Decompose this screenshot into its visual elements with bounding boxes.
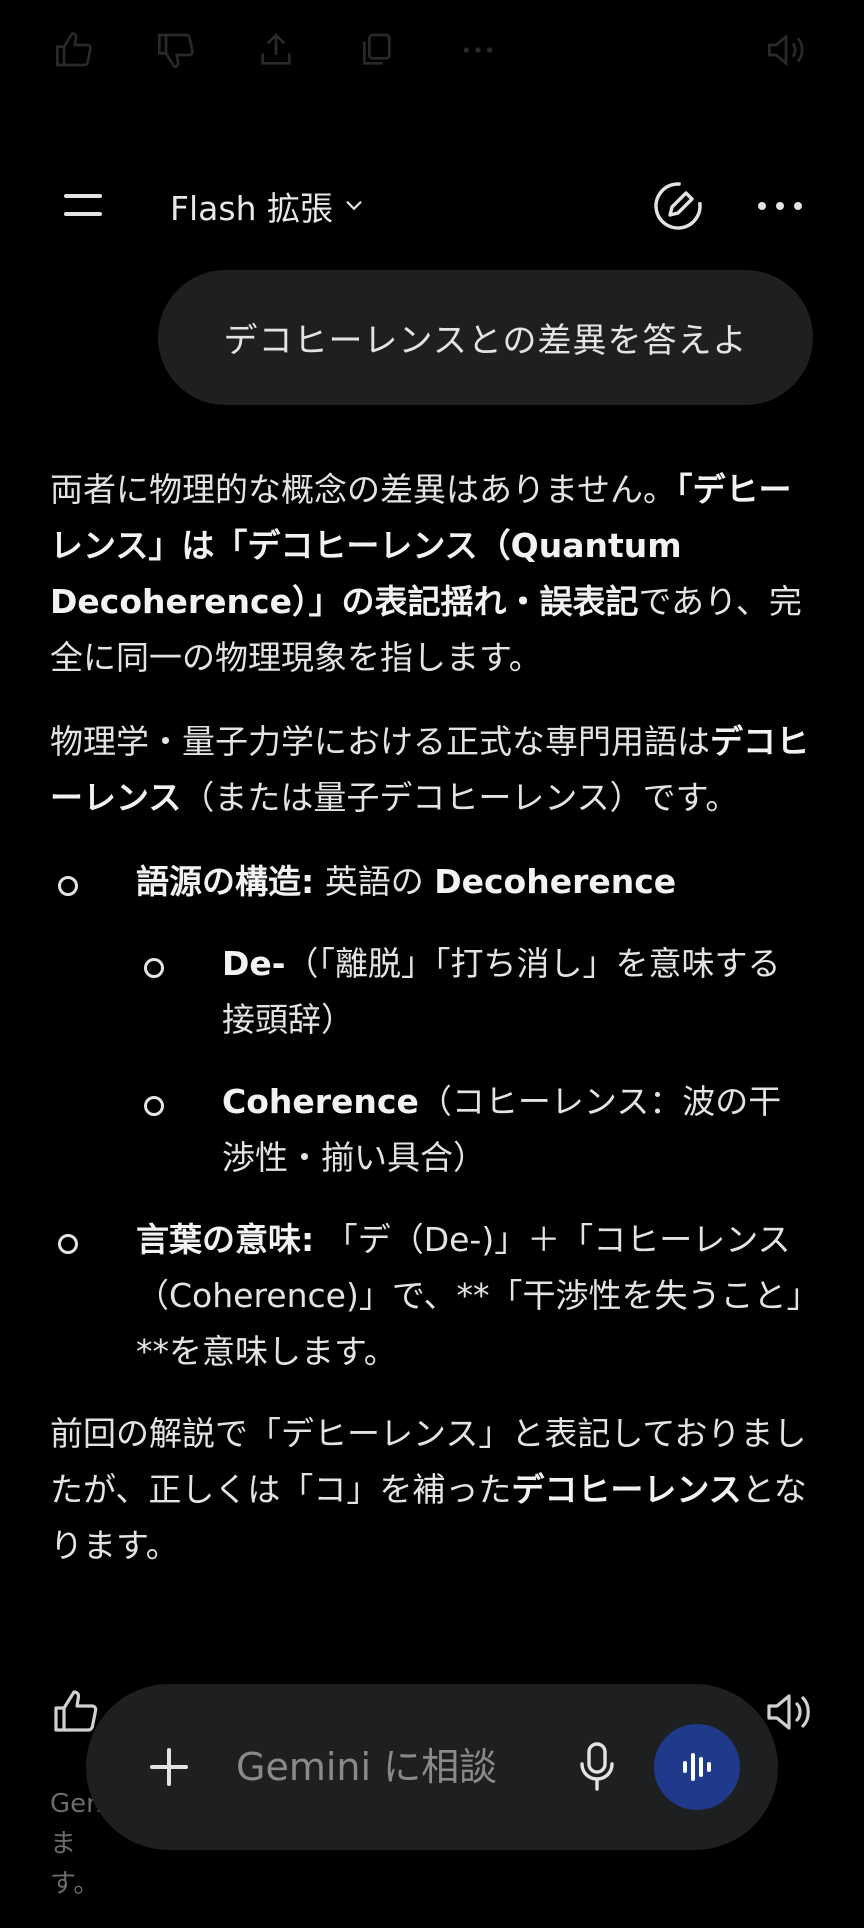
- disclaimer-end: す。: [50, 1869, 100, 1899]
- list-item: De-（「離脱」「打ち消し」を意味する接頭辞）: [136, 936, 810, 1048]
- nested-bullet-list: De-（「離脱」「打ち消し」を意味する接頭辞） Coherence（コヒーレンス…: [136, 936, 810, 1186]
- live-mode-button[interactable]: [654, 1724, 740, 1810]
- user-message-text: デコヒーレンスとの差異を答えよ: [223, 321, 748, 361]
- read-aloud-button[interactable]: [762, 1688, 816, 1736]
- speaker-icon: [767, 1694, 810, 1730]
- model-selector[interactable]: Flash 拡張: [170, 184, 365, 228]
- more-options-button[interactable]: [752, 184, 808, 228]
- list-item: Coherence（コヒーレンス：波の干渉性・揃い具合）: [136, 1074, 810, 1186]
- chevron-down-icon: [346, 201, 362, 211]
- bullet-label: 言葉の意味:: [136, 1220, 315, 1259]
- voice-input-button[interactable]: [574, 1738, 620, 1796]
- model-response: 両者に物理的な概念の差異はありません。「デヒーレンス」は「デコヒーレンス（Qua…: [50, 462, 810, 1602]
- disclaimer-tail: ま: [50, 1829, 77, 1859]
- copy-icon[interactable]: [356, 30, 396, 70]
- list-item: 語源の構造: 英語の Decoherence De-（「離脱」「打ち消し」を意味…: [50, 854, 810, 1186]
- bullet-label: 語源の構造:: [136, 862, 315, 901]
- response-text: 物理学・量子力学における正式な専門用語は: [50, 722, 710, 761]
- bullet-term: Decoherence: [434, 862, 677, 901]
- plus-icon: [150, 1748, 188, 1786]
- edit-pencil-icon: [654, 182, 702, 230]
- bullet-term: Coherence: [222, 1082, 419, 1121]
- bullet-text: 英語の: [314, 862, 435, 901]
- list-item: 言葉の意味: 「デ（De-)」＋「コヒーレンス（Coherence)」で、**「…: [50, 1212, 810, 1380]
- add-attachment-button[interactable]: [142, 1740, 196, 1794]
- live-waveform-icon: [683, 1753, 711, 1781]
- more-horizontal-icon: [758, 202, 802, 210]
- share-icon[interactable]: [256, 30, 296, 70]
- thumb-down-icon[interactable]: [156, 30, 196, 70]
- response-paragraph-3: 前回の解説で「デヒーレンス」と表記しておりましたが、正しくは「コ」を補ったデコヒ…: [50, 1406, 810, 1574]
- previous-message-actions: [0, 22, 864, 78]
- model-label: Flash 拡張: [170, 189, 333, 228]
- thumb-up-icon[interactable]: [54, 30, 94, 70]
- prompt-input[interactable]: [236, 1732, 566, 1802]
- response-bullet-list: 語源の構造: 英語の Decoherence De-（「離脱」「打ち消し」を意味…: [50, 854, 810, 1380]
- response-paragraph-1: 両者に物理的な概念の差異はありません。「デヒーレンス」は「デコヒーレンス（Qua…: [50, 462, 810, 686]
- more-horizontal-icon[interactable]: [458, 30, 498, 70]
- thumb-up-icon: [54, 1690, 98, 1732]
- response-paragraph-2: 物理学・量子力学における正式な専門用語はデコヒーレンス（または量子デコヒーレンス…: [50, 714, 810, 826]
- microphone-icon: [580, 1742, 614, 1791]
- new-chat-button[interactable]: [650, 178, 706, 234]
- response-text: 両者に物理的な概念の差異はありません。: [50, 470, 677, 509]
- menu-icon: [64, 194, 102, 216]
- user-message-bubble: デコヒーレンスとの差異を答えよ: [158, 270, 813, 405]
- speaker-icon[interactable]: [764, 30, 804, 70]
- thumb-up-button[interactable]: [52, 1688, 100, 1736]
- prompt-input-bar: [86, 1684, 778, 1850]
- chat-screen: Flash 拡張 デコヒーレンスとの差異を答えよ 両者に物理的な概念の差異はあり…: [0, 0, 864, 1928]
- response-bold-text: デコヒーレンス: [511, 1470, 742, 1509]
- app-header: Flash 拡張: [0, 170, 864, 242]
- bullet-term: De-: [222, 944, 286, 983]
- response-text: （または量子デコヒーレンス）です。: [181, 778, 739, 817]
- menu-button[interactable]: [60, 184, 108, 228]
- bullet-text: （「離脱」「打ち消し」を意味する接頭辞）: [222, 944, 781, 1039]
